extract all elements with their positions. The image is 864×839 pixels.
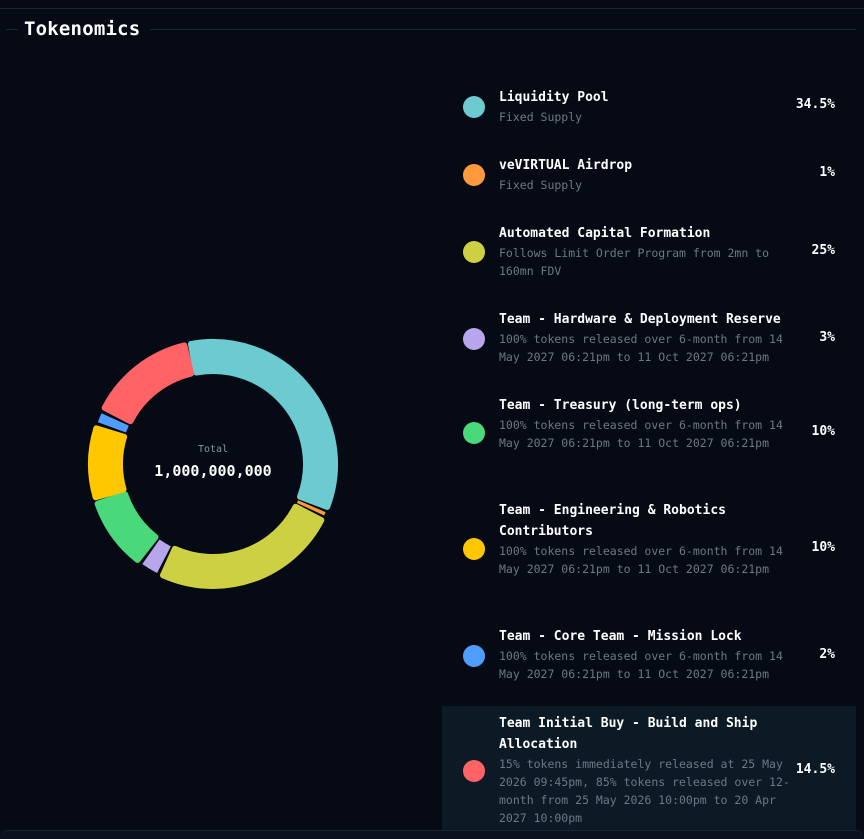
- legend-item-automated-capital-formation[interactable]: Automated Capital Formation Follows Limi…: [442, 215, 856, 285]
- legend-name: Liquidity Pool: [499, 90, 609, 105]
- header-rule-right: [150, 28, 856, 30]
- legend-item-treasury[interactable]: Team - Treasury (long-term ops) 100% tok…: [442, 387, 856, 473]
- legend-text: Team Initial Buy - Build and Ship Alloca…: [499, 713, 807, 827]
- legend-name: Team Initial Buy - Build and Ship Alloca…: [499, 716, 758, 752]
- legend-text: Team - Engineering & Robotics Contributo…: [499, 500, 807, 578]
- legend-desc: Fixed Supply: [499, 178, 583, 192]
- legend-name: Team - Core Team - Mission Lock: [499, 629, 742, 644]
- color-swatch: [463, 645, 485, 667]
- legend-name: Team - Engineering & Robotics Contributo…: [499, 503, 726, 539]
- donut-slice-automated-capital-formation[interactable]: [159, 503, 325, 589]
- legend-item-core-team-mission-lock[interactable]: Team - Core Team - Mission Lock 100% tok…: [442, 618, 856, 688]
- legend-item-liquidity-pool[interactable]: Liquidity Pool Fixed Supply 34.5%: [442, 78, 856, 136]
- total-value: 1,000,000,000: [154, 462, 272, 480]
- legend-item-hardware-reserve[interactable]: Team - Hardware & Deployment Reserve 100…: [442, 301, 856, 371]
- legend-text: Team - Core Team - Mission Lock 100% tok…: [499, 626, 807, 683]
- section-header: Tokenomics: [6, 15, 856, 43]
- legend-percent: 10%: [811, 540, 835, 555]
- legend-text: veVIRTUAL Airdrop Fixed Supply: [499, 155, 807, 194]
- legend-item-engineering-robotics[interactable]: Team - Engineering & Robotics Contributo…: [442, 492, 856, 598]
- legend-text: Liquidity Pool Fixed Supply: [499, 87, 807, 126]
- legend-text: Team - Treasury (long-term ops) 100% tok…: [499, 395, 807, 452]
- donut-slice-treasury[interactable]: [94, 491, 159, 563]
- legend-desc: 100% tokens released over 6-month from 1…: [499, 649, 783, 681]
- legend-text: Team - Hardware & Deployment Reserve 100…: [499, 309, 807, 366]
- legend-item-initial-buy[interactable]: Team Initial Buy - Build and Ship Alloca…: [442, 706, 856, 831]
- legend-percent: 3%: [819, 330, 835, 345]
- color-swatch: [463, 422, 485, 444]
- color-swatch: [463, 96, 485, 118]
- legend-percent: 2%: [819, 647, 835, 662]
- legend-desc: Follows Limit Order Program from 2mn to …: [499, 246, 770, 278]
- legend-percent: 10%: [811, 424, 835, 439]
- next-panel-edge: [0, 830, 864, 839]
- legend-desc: 15% tokens immediately released at 25 Ma…: [499, 757, 790, 825]
- legend-name: Team - Treasury (long-term ops): [499, 398, 742, 413]
- color-swatch: [463, 538, 485, 560]
- total-label: Total: [197, 444, 229, 455]
- header-rule-left: [6, 28, 18, 30]
- legend-name: Team - Hardware & Deployment Reserve: [499, 312, 781, 327]
- legend-percent: 34.5%: [795, 97, 835, 112]
- color-swatch: [463, 241, 485, 263]
- legend-percent: 14.5%: [795, 762, 835, 777]
- legend-desc: 100% tokens released over 6-month from 1…: [499, 418, 783, 450]
- top-divider: [0, 8, 864, 9]
- legend-desc: 100% tokens released over 6-month from 1…: [499, 544, 783, 576]
- color-swatch: [463, 164, 485, 186]
- color-swatch: [463, 328, 485, 350]
- section-title: Tokenomics: [24, 18, 141, 40]
- legend-percent: 25%: [811, 243, 835, 258]
- legend-name: Automated Capital Formation: [499, 226, 711, 241]
- legend-item-vevirtual-airdrop[interactable]: veVIRTUAL Airdrop Fixed Supply 1%: [442, 146, 856, 204]
- legend-desc: 100% tokens released over 6-month from 1…: [499, 332, 783, 364]
- legend-name: veVIRTUAL Airdrop: [499, 158, 633, 173]
- legend-percent: 1%: [819, 165, 835, 180]
- legend-text: Automated Capital Formation Follows Limi…: [499, 223, 807, 280]
- donut-slice-liquidity-pool[interactable]: [187, 339, 338, 510]
- legend-desc: Fixed Supply: [499, 110, 583, 124]
- donut-chart: Total 1,000,000,000: [85, 336, 341, 592]
- color-swatch: [463, 760, 485, 782]
- donut-slice-initial-buy[interactable]: [101, 342, 195, 425]
